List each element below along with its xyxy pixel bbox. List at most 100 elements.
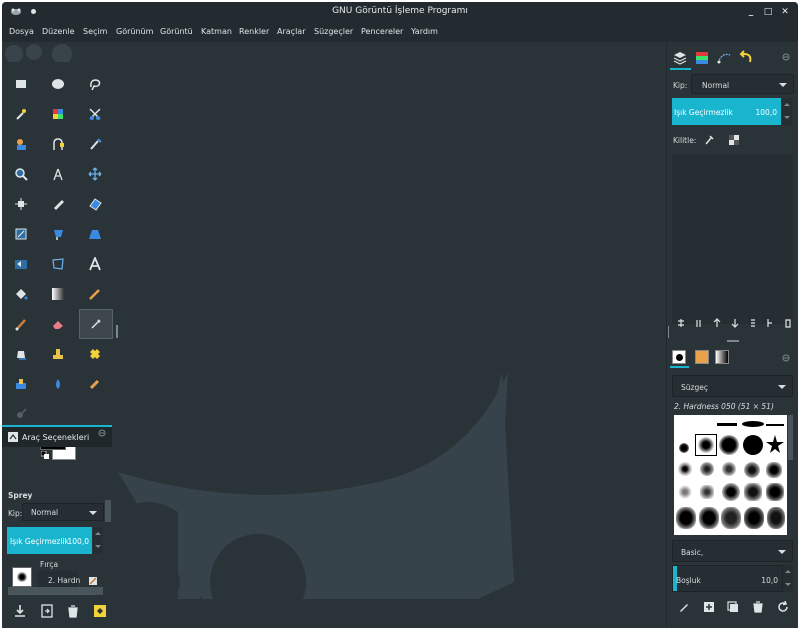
brushes-tab-icon[interactable] [672,350,686,364]
patterns-tab-icon[interactable] [695,350,709,364]
brush-item[interactable] [766,435,784,453]
scale-icon[interactable] [43,220,73,248]
rect-select-icon[interactable] [6,70,36,98]
brush-item[interactable] [742,421,764,427]
brush-item[interactable] [676,507,696,529]
color-picker-icon[interactable] [80,130,110,158]
fuzzy-select-icon[interactable] [6,100,36,128]
dodge-burn-icon[interactable] [6,400,36,428]
free-select-icon[interactable] [80,70,110,98]
channels-tab-icon[interactable] [694,50,710,66]
new-brush-icon[interactable] [703,601,715,613]
options-scrollbar[interactable] [105,500,111,522]
measure-icon[interactable] [43,160,73,188]
layers-mode-dropdown[interactable]: Normal [691,74,794,94]
brush-item[interactable] [679,443,689,453]
brush-name-field[interactable]: 2. Hardn [38,571,80,587]
shear-icon[interactable] [80,220,110,248]
brush-grid[interactable] [674,415,787,535]
move-icon[interactable] [80,160,110,188]
undo-history-tab-icon[interactable] [738,50,754,66]
color-select-icon[interactable] [43,100,73,128]
align-icon[interactable] [6,190,36,218]
brush-item[interactable] [700,485,714,499]
brush-filter-dropdown[interactable]: Süzgeç [672,375,793,397]
reset-brush-icon[interactable] [89,577,97,585]
configure-tab-icon[interactable] [98,429,106,437]
brush-item[interactable] [767,507,785,529]
brush-item[interactable] [722,462,736,476]
ellipse-select-icon[interactable] [43,70,73,98]
paintbrush-icon[interactable] [6,310,36,338]
spacing-slider[interactable]: Boşluk 10,0 [672,565,783,592]
brush-preset-dropdown[interactable]: Basic, [672,540,793,562]
perspective-clone-icon[interactable] [6,370,36,398]
spacing-spinner[interactable] [783,565,793,592]
opacity-slider[interactable]: Işık Geçirmezlik 100,0 [7,527,92,554]
raise-layer-icon[interactable] [713,318,721,328]
menu-suzgecler[interactable]: Süzgeçler [314,27,353,36]
image-canvas[interactable] [118,42,666,599]
configure-tab-icon[interactable] [782,354,790,362]
delete-brush-icon[interactable] [752,601,764,613]
brush-item[interactable] [766,462,782,478]
menu-pencereler[interactable]: Pencereler [361,27,403,36]
foreground-select-icon[interactable] [6,130,36,158]
brush-item[interactable] [719,435,739,455]
dock-resize-handle[interactable] [668,326,669,338]
toolbox-resize-handle[interactable] [116,325,118,338]
paths-tab-icon[interactable] [716,50,732,66]
brush-item[interactable] [721,507,741,529]
restore-preset-icon[interactable] [40,604,54,618]
anchor-layer-icon[interactable] [766,318,774,328]
reset-options-icon[interactable] [93,604,107,618]
minimize-button[interactable]: _ [744,5,758,19]
opacity-spinner[interactable] [93,527,102,554]
brush-item[interactable] [722,483,740,501]
brush-item[interactable] [717,423,737,426]
paths-icon[interactable] [43,130,73,158]
lower-layer-icon[interactable] [731,318,739,328]
menu-araclar[interactable]: Araçlar [277,27,305,36]
configure-tab-icon[interactable] [782,53,790,61]
duplicate-layer-icon[interactable] [749,318,757,328]
brush-item[interactable] [678,462,692,476]
duplicate-brush-icon[interactable] [727,601,739,613]
menu-gorunum[interactable]: Görünüm [116,27,153,36]
brush-item-selected[interactable] [695,434,717,456]
delete-preset-icon[interactable] [66,604,80,618]
title-bar[interactable]: GNU Görüntü İşleme Programı _ □ ✕ [2,2,798,22]
brush-item[interactable] [766,483,784,501]
menu-secim[interactable]: Seçim [83,27,107,36]
lock-pixels-icon[interactable] [704,135,714,145]
smudge-icon[interactable] [80,370,110,398]
text-icon[interactable] [80,250,110,278]
menu-dosya[interactable]: Dosya [9,27,34,36]
brush-item[interactable] [744,462,760,478]
brush-grid-scrollbar[interactable] [788,415,793,460]
scissors-select-icon[interactable] [80,100,110,128]
zoom-icon[interactable] [6,160,36,188]
delete-layer-icon[interactable] [784,318,792,328]
brush-item[interactable] [766,424,784,426]
gradients-tab-icon[interactable] [715,350,729,364]
airbrush-icon[interactable] [79,309,113,339]
save-preset-icon[interactable] [13,604,27,618]
edit-brush-icon[interactable] [678,601,690,613]
brush-preview[interactable] [12,567,32,587]
crop-icon[interactable] [43,190,73,218]
menu-katman[interactable]: Katman [201,27,232,36]
clone-icon[interactable] [43,340,73,368]
menu-goruntu[interactable]: Görüntü [160,27,193,36]
ink-icon[interactable] [6,340,36,368]
brush-item[interactable] [743,435,763,455]
unified-transform-icon[interactable] [80,190,110,218]
brush-item[interactable] [744,483,762,501]
bucket-fill-icon[interactable] [6,280,36,308]
layers-list[interactable] [672,154,793,324]
rotate-icon[interactable] [6,220,36,248]
tab-tool-options[interactable]: Araç Seçenekleri [2,425,112,447]
brush-item[interactable] [744,507,764,529]
mode-dropdown[interactable]: Normal [22,503,104,521]
dock-separator-handle[interactable] [727,340,739,342]
